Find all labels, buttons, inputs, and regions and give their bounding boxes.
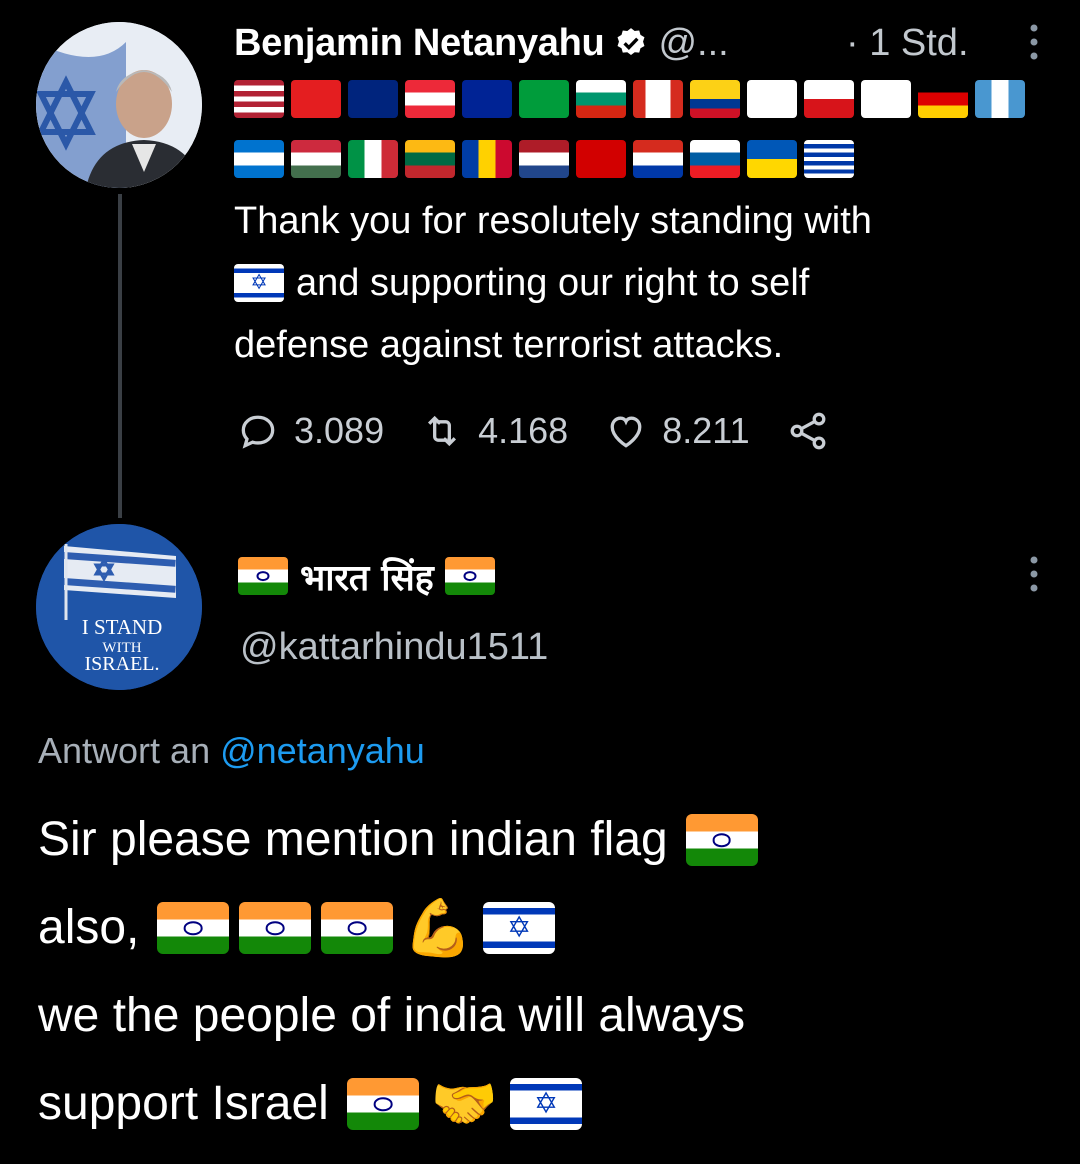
- author-avatar[interactable]: [36, 22, 202, 188]
- reply-author-handle[interactable]: @kattarhindu1511: [240, 626, 548, 669]
- flag-emoji-hu: [291, 140, 341, 178]
- flag-emoji-row-2: [234, 140, 854, 178]
- thread-connector-line: [118, 194, 122, 518]
- author-avatar-image: [36, 22, 202, 188]
- flag-emoji-gt: [975, 80, 1025, 118]
- avatar-text-line-3: ISRAEL.: [85, 653, 160, 675]
- reply-icon: [241, 415, 275, 449]
- like-count: 8.211: [662, 410, 750, 451]
- india-flag-emoji: [321, 902, 394, 954]
- flag-emoji-us: [234, 80, 284, 118]
- tweet-text-line-3: defense against terrorist attacks.: [234, 324, 784, 366]
- tweet-text: Thank you for resolutely standing with ✡…: [234, 190, 1054, 376]
- reply-more-options-icon[interactable]: [1024, 554, 1044, 594]
- reply-count: 3.089: [294, 410, 385, 451]
- flag-emoji-cz: [804, 80, 854, 118]
- replying-to-mention-link[interactable]: @netanyahu: [220, 730, 425, 771]
- flag-emoji-br: [519, 80, 569, 118]
- india-flag-emoji: [238, 557, 288, 595]
- flag-emoji-co: [690, 80, 740, 118]
- flag-emoji-md: [462, 140, 512, 178]
- flag-emoji-si: [690, 140, 740, 178]
- flag-emoji-au: [348, 80, 398, 118]
- flag-emoji-ba: [462, 80, 512, 118]
- replying-to-line: Antwort an @netanyahu: [38, 730, 425, 772]
- israel-flag-emoji: ✡: [510, 1078, 583, 1130]
- india-flag-emoji: [157, 902, 230, 954]
- flag-emoji-ge: [861, 80, 911, 118]
- retweet-icon: [428, 415, 457, 447]
- flag-emoji-hn: [234, 140, 284, 178]
- india-flag-emoji: [445, 557, 496, 595]
- tweet-more-options-icon[interactable]: [1024, 22, 1044, 62]
- reply-text-line-1: Sir please mention indian flag: [38, 813, 668, 866]
- author-handle[interactable]: @...: [658, 22, 728, 65]
- avatar-text-line-1: I STAND: [82, 615, 163, 639]
- retweet-action[interactable]: 4.168: [420, 409, 568, 453]
- share-action[interactable]: [786, 409, 844, 453]
- flag-emoji-cy: [747, 80, 797, 118]
- i-stand-with-israel-avatar-image: I STAND WITH ISRAEL.: [36, 524, 202, 690]
- flag-emoji-ca: [633, 80, 683, 118]
- israel-flag-emoji: ✡: [234, 264, 284, 302]
- flag-emoji-uy: [804, 140, 854, 178]
- reply-text-line-4: support Israel: [38, 1077, 329, 1130]
- tweet-timestamp[interactable]: · 1 Std.: [846, 18, 969, 68]
- india-flag-emoji: [346, 1078, 419, 1130]
- flag-emoji-nl: [519, 140, 569, 178]
- flag-emoji-row-1: [234, 80, 1025, 118]
- like-action[interactable]: 8.211: [604, 409, 750, 453]
- flag-emoji-at: [405, 80, 455, 118]
- india-flag-emoji: [239, 902, 312, 954]
- tweet-text-line-2: and supporting our right to self: [296, 262, 810, 304]
- heart-icon: [610, 416, 642, 448]
- flexed-biceps-emoji: 💪: [403, 896, 474, 959]
- reply-text: Sir please mention indian flag also, 💪 ✡…: [38, 796, 1058, 1148]
- verified-badge-icon: [618, 28, 645, 56]
- flag-emoji-lt: [405, 140, 455, 178]
- flag-emoji-mk: [576, 140, 626, 178]
- flag-emoji-al: [291, 80, 341, 118]
- handshake-emoji: 🤝: [430, 1074, 499, 1134]
- israel-flag-emoji: ✡: [483, 902, 556, 954]
- tweet-action-bar: 3.089 4.168 8.211: [236, 404, 880, 458]
- reply-text-line-3: we the people of india will always: [38, 989, 746, 1042]
- reply-author-avatar[interactable]: I STAND WITH ISRAEL.: [36, 524, 202, 690]
- reply-author-name[interactable]: भारत सिंह: [300, 552, 434, 601]
- flag-emoji-it: [348, 140, 398, 178]
- flag-emoji-ua: [747, 140, 797, 178]
- tweet-text-line-1: Thank you for resolutely standing with: [234, 200, 872, 242]
- flag-emoji-de: [918, 80, 968, 118]
- replying-to-label: Antwort an: [38, 730, 211, 771]
- reply-action[interactable]: 3.089: [236, 409, 384, 453]
- flag-emoji-bg: [576, 80, 626, 118]
- flag-emoji-py: [633, 140, 683, 178]
- retweet-count: 4.168: [478, 410, 569, 451]
- share-icon: [790, 412, 826, 450]
- author-name[interactable]: Benjamin Netanyahu: [234, 22, 605, 65]
- reply-text-line-2: also,: [38, 901, 140, 954]
- india-flag-emoji: [685, 814, 758, 866]
